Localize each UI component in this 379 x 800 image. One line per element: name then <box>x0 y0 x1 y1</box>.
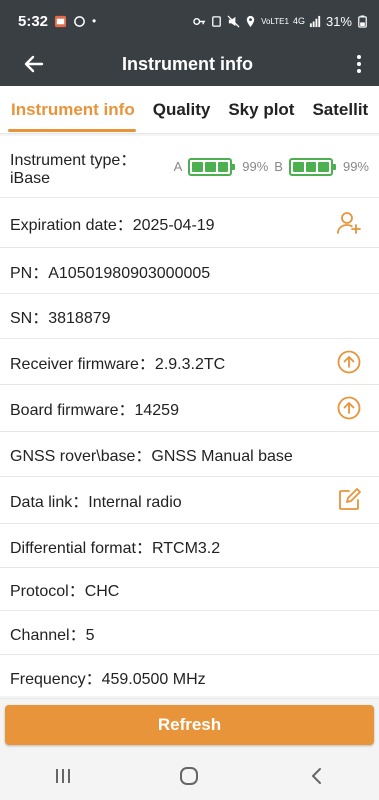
key-icon <box>193 17 206 25</box>
pn-text: PN：A10501980903000005 <box>10 264 211 282</box>
frequency-row: Frequency：459.0500 MHz <box>0 655 379 699</box>
app-bar: Instrument info <box>0 42 379 86</box>
notification-icons: • <box>54 14 96 28</box>
sn-row: SN：3818879 <box>0 294 379 339</box>
mute-icon <box>227 14 240 28</box>
add-user-button[interactable] <box>335 209 363 237</box>
app-notification-icon <box>74 15 85 27</box>
battery-b-percent: 99% <box>342 159 369 174</box>
tab-satellite[interactable]: Satellit <box>303 86 377 133</box>
volte-label: VoLTE1 <box>261 16 289 26</box>
board-firmware-upgrade-button[interactable] <box>335 394 363 422</box>
network-label: 4G <box>292 16 305 26</box>
back-nav-icon <box>311 768 321 784</box>
recents-button[interactable] <box>33 756 93 796</box>
more-button[interactable] <box>339 42 379 86</box>
dot-icon: • <box>92 14 97 28</box>
data-link-text: Data link：Internal radio <box>10 494 182 511</box>
status-right-icons: VoLTE1 4G 31% <box>193 14 369 29</box>
expiration-row: Expiration date：2025-04-19 <box>0 198 379 248</box>
alarm-off-icon <box>212 15 221 27</box>
channel-row: Channel：5 <box>0 611 379 655</box>
battery-a-label: A <box>173 159 183 174</box>
tab-quality[interactable]: Quality <box>144 86 220 133</box>
pn-row: PN：A10501980903000005 <box>0 248 379 294</box>
channel-text: Channel：5 <box>10 626 95 644</box>
receiver-firmware-upgrade-button[interactable] <box>335 348 363 376</box>
home-button[interactable] <box>159 756 219 796</box>
battery-a-percent: 99% <box>242 159 269 174</box>
tab-bar: Instrument info Quality Sky plot Satelli… <box>0 86 379 134</box>
home-icon <box>180 767 199 785</box>
board-firmware-text: Board firmware：14259 <box>10 402 179 419</box>
refresh-button[interactable]: Refresh <box>5 705 374 745</box>
instrument-type-label: Instrument type： <box>10 151 137 169</box>
receiver-firmware-text: Receiver firmware：2.9.3.2TC <box>10 355 226 373</box>
status-time: 5:32 <box>18 12 49 30</box>
upload-circle-icon <box>337 350 361 373</box>
protocol-text: Protocol：CHC <box>10 583 120 600</box>
upload-circle-icon <box>337 396 361 420</box>
protocol-row: Protocol：CHC <box>0 568 379 611</box>
edit-icon <box>339 488 361 510</box>
page-title: Instrument info <box>122 53 253 74</box>
system-nav-bar <box>0 752 379 800</box>
recents-icon <box>56 769 71 783</box>
differential-format-row: Differential format：RTCM3.2 <box>0 524 379 568</box>
gnss-mode-text: GNSS rover\base：GNSS Manual base <box>10 448 293 465</box>
board-firmware-row: Board firmware：14259 <box>0 385 379 432</box>
status-bar: 5:32 • VoLTE1 4G 31% <box>0 0 379 42</box>
sn-text: SN：3818879 <box>10 310 111 327</box>
instrument-info-list: Instrument type： iBase A 99% B 99% Expir… <box>0 136 379 699</box>
battery-b: B 99% <box>274 157 369 176</box>
tab-instrument-info[interactable]: Instrument info <box>0 86 144 133</box>
receiver-firmware-row: Receiver firmware：2.9.3.2TC <box>0 339 379 385</box>
differential-format-text: Differential format：RTCM3.2 <box>10 539 221 557</box>
battery-status-icon <box>358 14 367 28</box>
battery-percent: 31% <box>325 13 352 29</box>
add-user-icon <box>337 211 361 234</box>
location-icon <box>246 15 255 27</box>
back-nav-button[interactable] <box>286 756 346 796</box>
battery-a: A 99% <box>173 157 269 176</box>
expiration-text: Expiration date：2025-04-19 <box>10 216 215 234</box>
more-vert-icon <box>357 55 361 73</box>
data-link-row: Data link：Internal radio <box>0 477 379 524</box>
gallery-notification-icon <box>54 15 67 27</box>
instrument-type-text: Instrument type： iBase <box>10 146 174 188</box>
battery-b-icon <box>288 157 336 176</box>
gnss-mode-row: GNSS rover\base：GNSS Manual base <box>0 432 379 477</box>
battery-b-label: B <box>274 159 283 174</box>
edit-data-link-button[interactable] <box>335 486 363 514</box>
frequency-text: Frequency：459.0500 MHz <box>10 670 206 688</box>
instrument-type-value: iBase <box>10 169 51 187</box>
battery-a-icon <box>188 157 236 176</box>
tab-sky-plot[interactable]: Sky plot <box>219 86 303 133</box>
instrument-type-row: Instrument type： iBase A 99% B 99% <box>0 136 379 198</box>
signal-icon <box>309 15 321 27</box>
